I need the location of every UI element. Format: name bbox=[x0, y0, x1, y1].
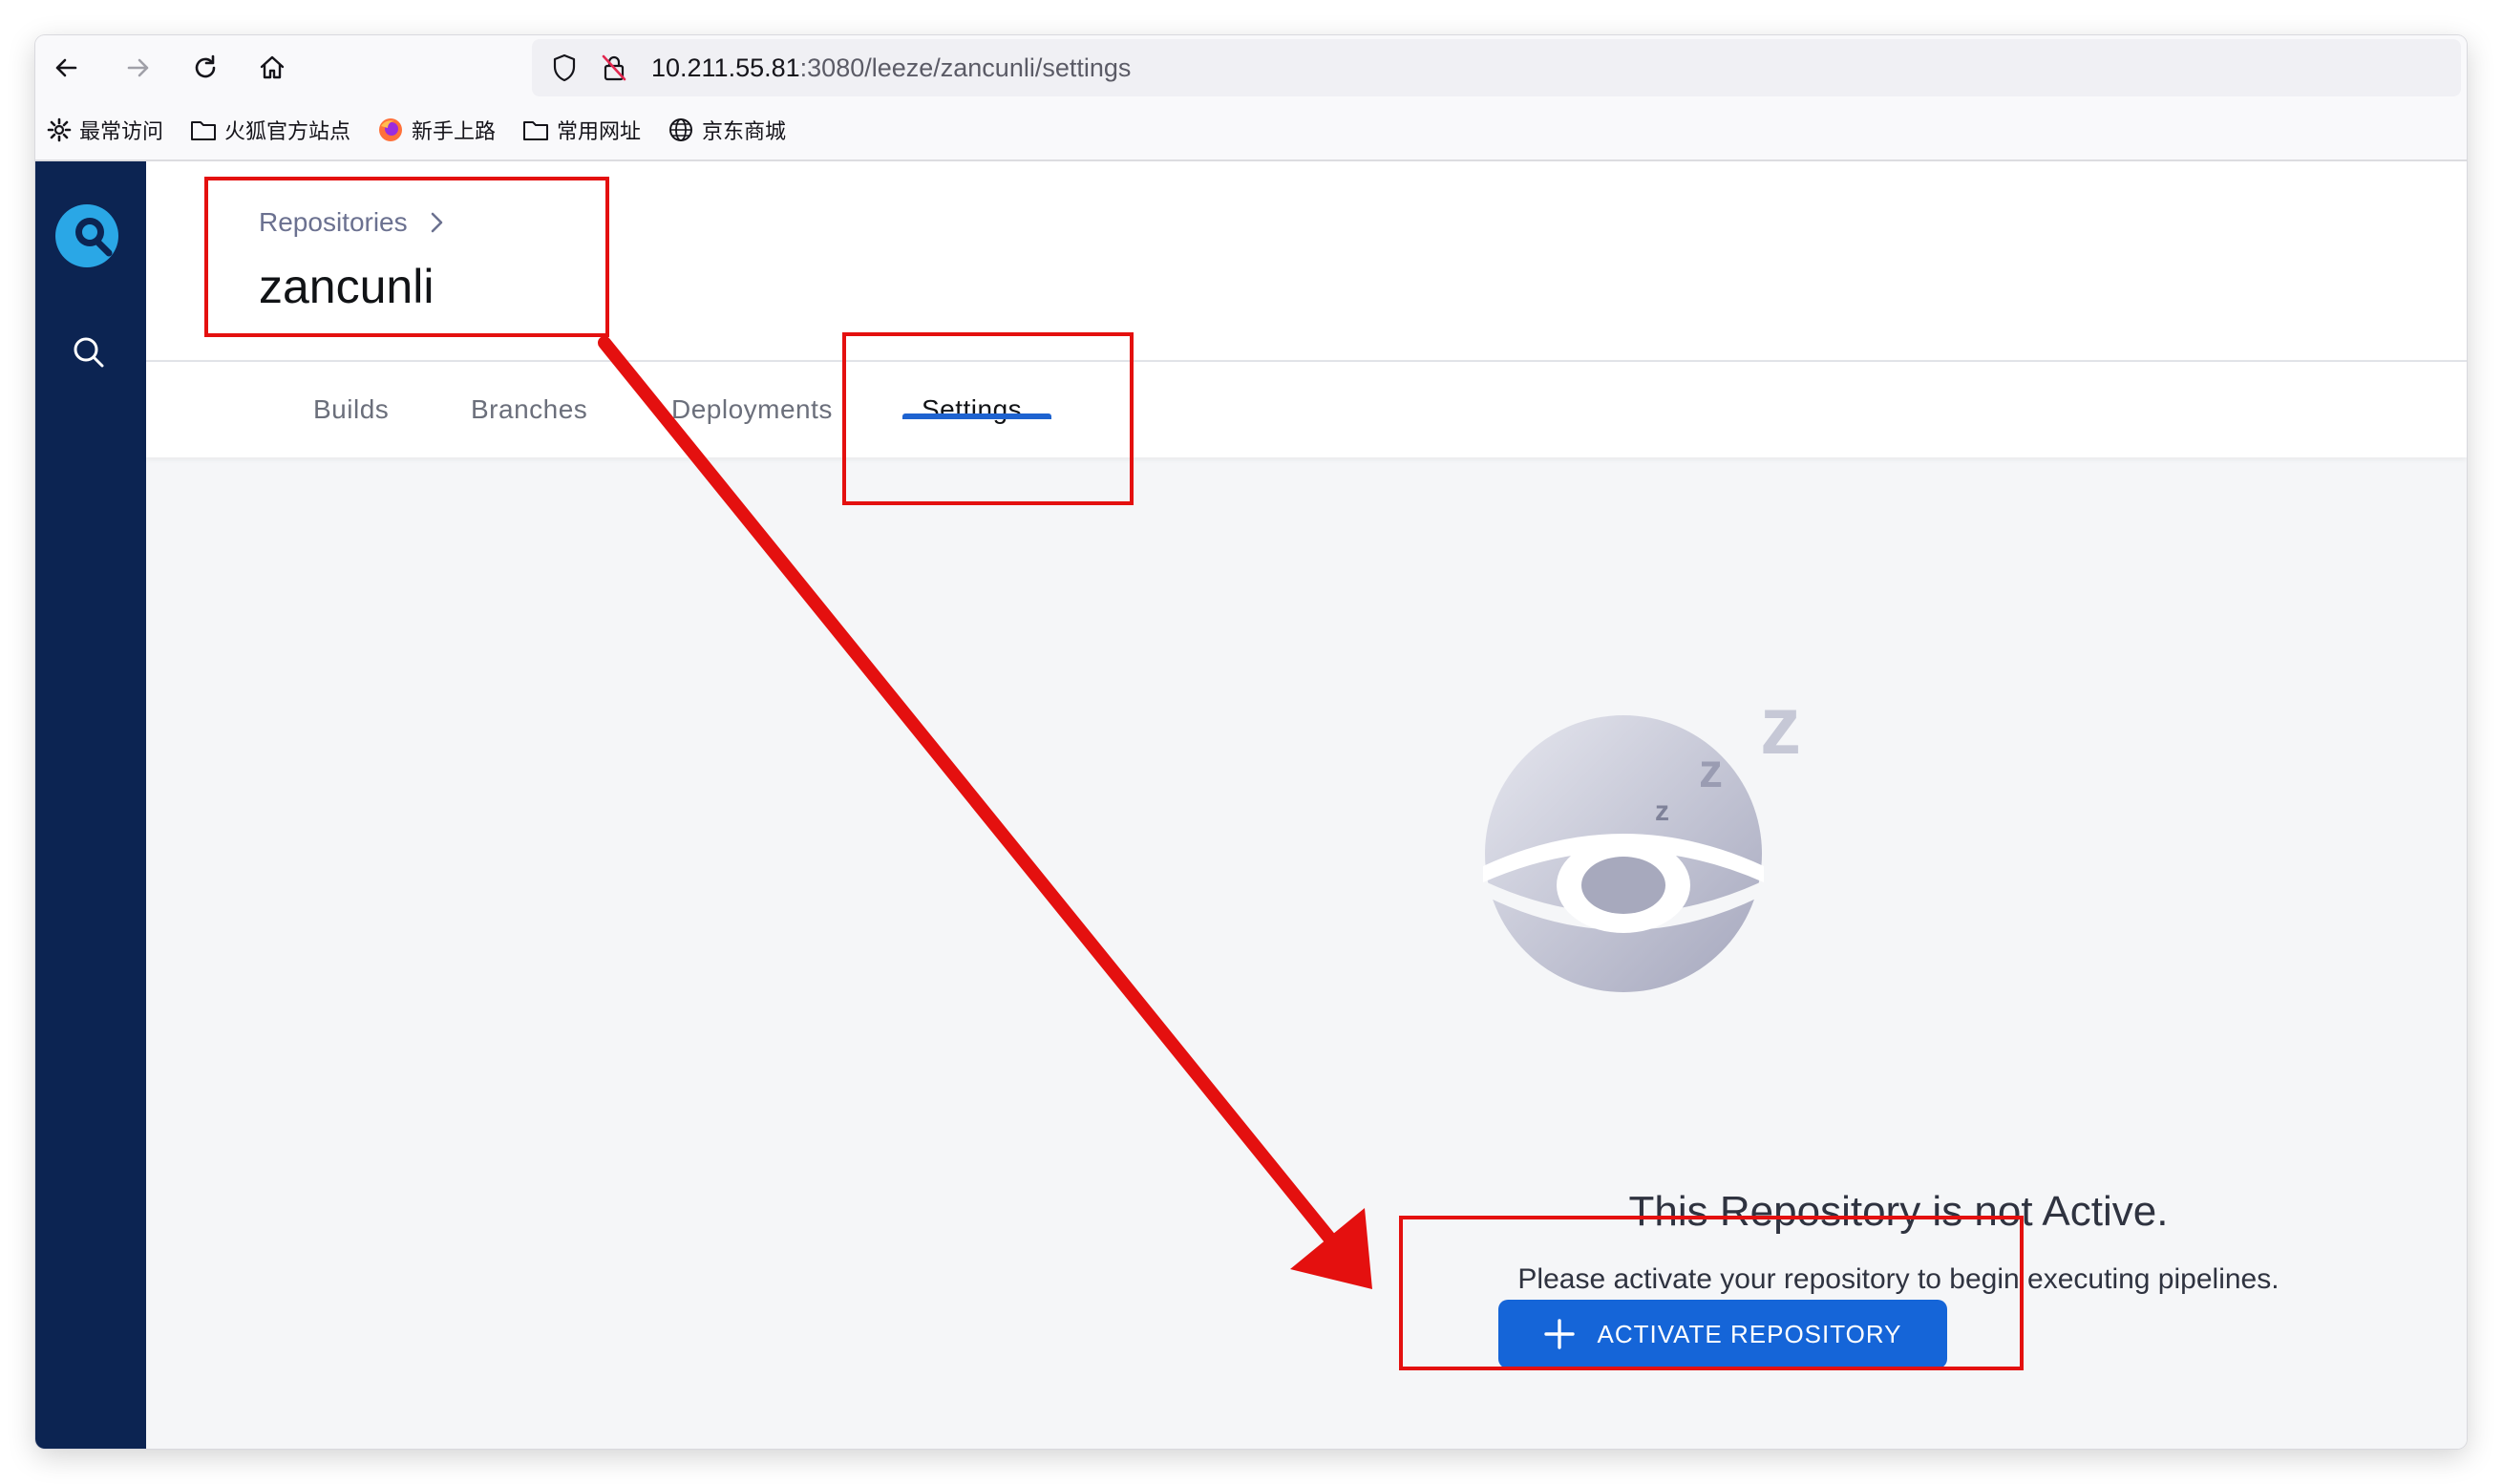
browser-window: 10.211.55.81:3080/leeze/zancunli/setting… bbox=[35, 35, 2467, 1449]
annotation-arrow bbox=[598, 336, 1372, 1289]
